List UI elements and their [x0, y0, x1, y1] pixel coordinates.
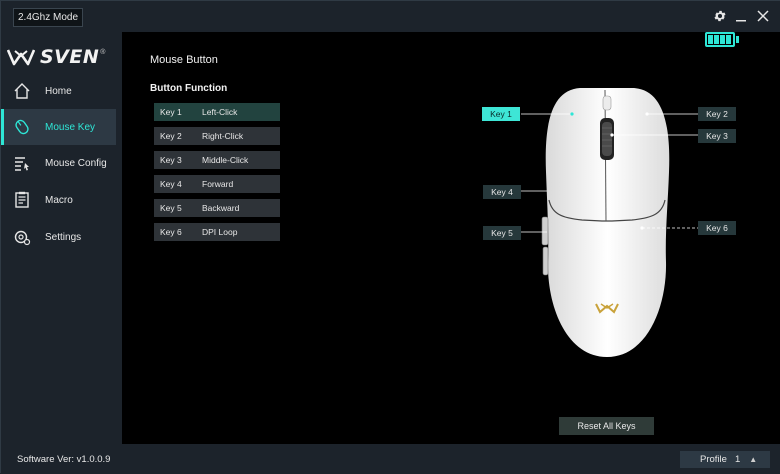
key-function: Backward [202, 203, 240, 213]
title-bar: 2.4Ghz Mode [1, 1, 780, 32]
page-title: Mouse Button [150, 54, 218, 66]
profile-label: Profile [700, 454, 727, 465]
key-name: Key 4 [160, 179, 182, 189]
key-name: Key 3 [160, 155, 182, 165]
key-row-1[interactable]: Key 1 Left-Click [154, 103, 280, 121]
section-title: Button Function [150, 83, 228, 94]
key-function: Middle-Click [202, 155, 249, 165]
key-row-5[interactable]: Key 5 Backward [154, 199, 280, 217]
sidebar-item-home[interactable]: Home [1, 73, 116, 109]
sidebar-item-mouse-key[interactable]: Mouse Key [1, 109, 116, 145]
key-row-2[interactable]: Key 2 Right-Click [154, 127, 280, 145]
key-name: Key 1 [160, 107, 182, 117]
gear-icon[interactable] [710, 6, 730, 26]
key-function: Forward [202, 179, 234, 189]
mouse-key-1-label[interactable]: Key 1 [482, 107, 520, 121]
connection-mode-badge: 2.4Ghz Mode [13, 8, 84, 27]
sidebar-item-label: Mouse Key [45, 121, 96, 133]
battery-cell [726, 35, 731, 44]
sidebar-item-settings[interactable]: Settings [1, 219, 116, 255]
sidebar-item-label: Home [45, 85, 72, 97]
main-panel: Mouse Button Button Function Key 1 Left-… [122, 32, 780, 444]
key-function: Right-Click [202, 131, 244, 141]
brand-logo: SVEN ® [7, 46, 105, 68]
battery-cell [714, 35, 719, 44]
mouse-key-6-label[interactable]: Key 6 [698, 221, 736, 235]
sidebar-item-macro[interactable]: Macro [1, 182, 116, 218]
macro-icon [12, 190, 32, 210]
profile-selector[interactable]: Profile 1 ▲ [680, 451, 770, 468]
key-row-6[interactable]: Key 6 DPI Loop [154, 223, 280, 241]
sven-logo-icon [7, 49, 35, 66]
config-icon [12, 153, 32, 173]
battery-indicator [705, 32, 735, 47]
battery-cell [720, 35, 725, 44]
mouse-key-3-label[interactable]: Key 3 [698, 129, 736, 143]
mouse-icon [12, 117, 32, 137]
sidebar: SVEN ® Home Mouse Key Mouse Config Macro… [1, 32, 122, 444]
settings-icon [12, 227, 32, 247]
profile-number: 1 [734, 454, 741, 465]
brand-name: SVEN [40, 46, 100, 68]
key-name: Key 5 [160, 203, 182, 213]
key-row-4[interactable]: Key 4 Forward [154, 175, 280, 193]
close-icon[interactable] [753, 6, 773, 26]
sidebar-item-label: Macro [45, 194, 73, 206]
triangle-up-icon[interactable]: ▲ [749, 455, 757, 464]
reset-all-keys-button[interactable]: Reset All Keys [559, 417, 654, 435]
mouse-key-2-label[interactable]: Key 2 [698, 107, 736, 121]
app-window: 2.4Ghz Mode SVEN ® Home Mouse Key Mouse … [0, 0, 780, 474]
software-version: Software Ver: v1.0.0.9 [17, 454, 111, 465]
key-function: DPI Loop [202, 227, 238, 237]
mouse-key-5-label[interactable]: Key 5 [483, 226, 521, 240]
home-icon [12, 81, 32, 101]
battery-tip [736, 36, 739, 43]
sidebar-item-label: Mouse Config [45, 157, 107, 169]
sidebar-item-label: Settings [45, 231, 82, 243]
key-row-3[interactable]: Key 3 Middle-Click [154, 151, 280, 169]
mouse-key-4-label[interactable]: Key 4 [483, 185, 521, 199]
key-function: Left-Click [202, 107, 238, 117]
minimize-icon[interactable] [731, 6, 751, 26]
registered-mark: ® [100, 48, 106, 56]
key-name: Key 6 [160, 227, 182, 237]
key-name: Key 2 [160, 131, 182, 141]
battery-cell [708, 35, 713, 44]
status-bar: Software Ver: v1.0.0.9 Profile 1 ▲ [1, 444, 780, 474]
sidebar-item-mouse-config[interactable]: Mouse Config [1, 145, 116, 181]
